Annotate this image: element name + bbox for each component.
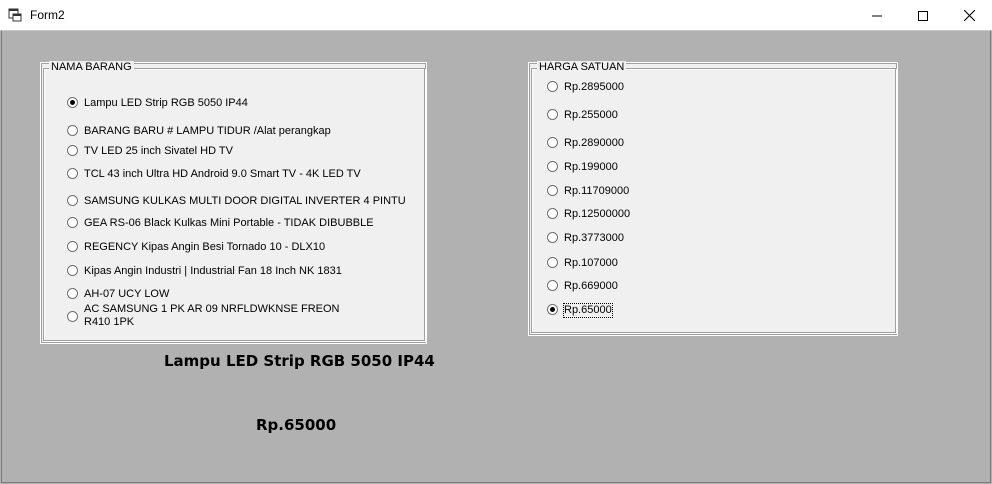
radio-harga-2[interactable]: Rp.255000	[547, 109, 618, 122]
radio-nama-barang-10[interactable]: AC SAMSUNG 1 PK AR 09 NRFLDWKNSE FREON R…	[67, 303, 340, 329]
radio-harga-10[interactable]: Rp.65000	[547, 303, 613, 318]
maximize-button[interactable]	[900, 0, 946, 31]
radio-nama-barang-1[interactable]: Lampu LED Strip RGB 5050 IP44	[67, 97, 248, 110]
radio-circle[interactable]	[67, 195, 78, 206]
radio-circle[interactable]	[547, 137, 558, 148]
radio-label: Lampu LED Strip RGB 5050 IP44	[84, 97, 248, 109]
radio-nama-barang-8[interactable]: Kipas Angin Industri | Industrial Fan 18…	[67, 265, 342, 278]
radio-label: Rp.65000	[563, 303, 613, 318]
radio-label: SAMSUNG KULKAS MULTI DOOR DIGITAL INVERT…	[84, 195, 406, 207]
close-icon	[963, 10, 975, 21]
radio-label: TV LED 25 inch Sivatel HD TV	[84, 145, 233, 157]
form-icon	[8, 8, 22, 22]
radio-label: Rp.12500000	[564, 208, 631, 220]
radio-harga-6[interactable]: Rp.12500000	[547, 208, 630, 221]
radio-circle[interactable]	[67, 241, 78, 252]
radio-label: AC SAMSUNG 1 PK AR 09 NRFLDWKNSE FREON R…	[84, 303, 340, 328]
selected-item-label: Lampu LED Strip RGB 5050 IP44	[164, 352, 435, 370]
radio-circle[interactable]	[67, 265, 78, 276]
minimize-button[interactable]	[854, 0, 900, 31]
radio-label: Rp.199000	[564, 161, 618, 173]
radio-circle[interactable]	[67, 125, 78, 136]
radio-label: Rp.669000	[564, 280, 618, 292]
radio-label: TCL 43 inch Ultra HD Android 9.0 Smart T…	[84, 168, 361, 180]
radio-label: BARANG BARU # LAMPU TIDUR /Alat perangka…	[84, 125, 331, 137]
radio-nama-barang-5[interactable]: SAMSUNG KULKAS MULTI DOOR DIGITAL INVERT…	[67, 195, 406, 208]
radio-nama-barang-9[interactable]: AH-07 UCY LOW	[67, 288, 169, 301]
radio-harga-9[interactable]: Rp.669000	[547, 280, 618, 293]
radio-nama-barang-3[interactable]: TV LED 25 inch Sivatel HD TV	[67, 145, 233, 158]
radio-label: Rp.255000	[564, 109, 618, 121]
radio-nama-barang-7[interactable]: REGENCY Kipas Angin Besi Tornado 10 - DL…	[67, 241, 325, 254]
title-bar: Form2	[0, 0, 992, 31]
radio-circle[interactable]	[547, 81, 558, 92]
nama-barang-frame: NAMA BARANG Lampu LED Strip RGB 5050 IP4…	[40, 61, 427, 344]
radio-label: Rp.11709000	[564, 185, 630, 197]
radio-label: Rp.107000	[564, 257, 618, 269]
radio-circle[interactable]	[67, 97, 78, 108]
radio-circle[interactable]	[67, 168, 78, 179]
radio-harga-3[interactable]: Rp.2890000	[547, 137, 624, 150]
radio-label: REGENCY Kipas Angin Besi Tornado 10 - DL…	[84, 241, 326, 253]
radio-harga-8[interactable]: Rp.107000	[547, 257, 618, 270]
radio-circle[interactable]	[547, 280, 558, 291]
harga-satuan-frame-border	[531, 68, 896, 333]
radio-nama-barang-6[interactable]: GEA RS-06 Black Kulkas Mini Portable - T…	[67, 217, 374, 230]
radio-circle[interactable]	[547, 304, 558, 315]
radio-label: AH-07 UCY LOW	[84, 288, 170, 300]
radio-circle[interactable]	[547, 232, 558, 243]
radio-label: GEA RS-06 Black Kulkas Mini Portable - T…	[84, 217, 374, 229]
radio-circle[interactable]	[67, 145, 78, 156]
radio-circle[interactable]	[547, 257, 558, 268]
window-title: Form2	[30, 8, 65, 22]
close-button[interactable]	[946, 0, 992, 31]
radio-harga-1[interactable]: Rp.2895000	[547, 81, 624, 94]
radio-circle[interactable]	[67, 217, 78, 228]
maximize-icon	[918, 10, 928, 21]
radio-circle[interactable]	[67, 288, 78, 299]
harga-satuan-legend: HARGA SATUAN	[537, 61, 627, 73]
radio-label: Rp.2890000	[564, 137, 624, 149]
radio-label: Rp.3773000	[564, 232, 624, 244]
radio-circle[interactable]	[547, 185, 558, 196]
radio-harga-7[interactable]: Rp.3773000	[547, 232, 624, 245]
radio-circle[interactable]	[547, 161, 558, 172]
harga-satuan-frame: HARGA SATUAN Rp.2895000 Rp.255000 Rp.289…	[528, 61, 898, 336]
radio-harga-4[interactable]: Rp.199000	[547, 161, 618, 174]
radio-label: Rp.2895000	[564, 81, 624, 93]
radio-circle[interactable]	[547, 208, 558, 219]
radio-circle[interactable]	[67, 310, 78, 322]
nama-barang-legend: NAMA BARANG	[49, 61, 134, 73]
radio-nama-barang-2[interactable]: BARANG BARU # LAMPU TIDUR /Alat perangka…	[67, 125, 331, 138]
radio-circle[interactable]	[547, 109, 558, 120]
selected-price-label: Rp.65000	[256, 416, 337, 434]
radio-label: Kipas Angin Industri | Industrial Fan 18…	[84, 265, 342, 277]
radio-nama-barang-4[interactable]: TCL 43 inch Ultra HD Android 9.0 Smart T…	[67, 168, 361, 181]
radio-harga-5[interactable]: Rp.11709000	[547, 185, 629, 198]
minimize-icon	[872, 15, 882, 16]
